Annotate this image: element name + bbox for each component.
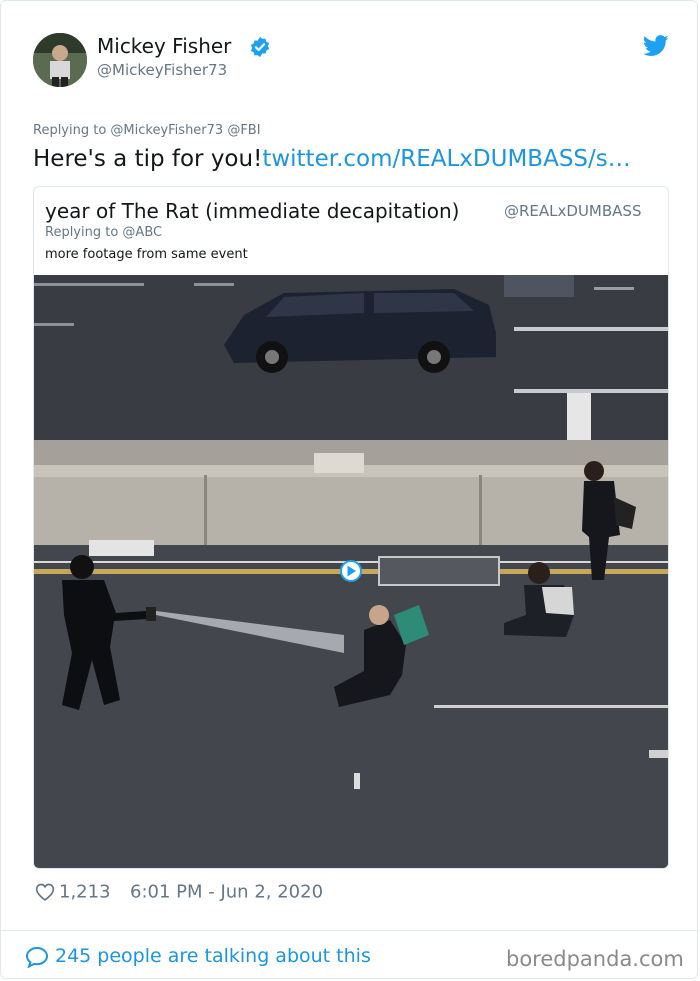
speech-bubble-icon — [25, 946, 49, 968]
watermark: boredpanda.com — [506, 947, 684, 971]
author-name[interactable]: Mickey Fisher — [97, 34, 231, 58]
play-icon[interactable] — [340, 560, 362, 582]
tweet-body: Here's a tip for you! — [33, 146, 263, 172]
quoted-author-name[interactable]: year of The Rat (immediate decapitation) — [45, 199, 459, 223]
talking-count[interactable]: 245 people are talking about this — [55, 945, 371, 967]
like-count[interactable]: 1,213 — [59, 882, 111, 903]
quoted-tweet[interactable]: year of The Rat (immediate decapitation)… — [33, 186, 669, 869]
timestamp[interactable]: 6:01 PM - Jun 2, 2020 — [130, 882, 323, 903]
verified-badge-icon — [250, 36, 270, 58]
tweet-meta: 1,213 6:01 PM - Jun 2, 2020 — [35, 881, 323, 903]
tweet-link[interactable]: twitter.com/REALxDUMBASS/s… — [262, 146, 630, 172]
twitter-bird-icon[interactable] — [643, 35, 669, 57]
author-handle[interactable]: @MickeyFisher73 — [97, 61, 227, 79]
embedded-tweet-card: Mickey Fisher @MickeyFisher73 Replying t… — [0, 0, 699, 979]
quoted-author-handle[interactable]: @REALxDUMBASS — [504, 202, 641, 220]
heart-icon[interactable] — [35, 882, 55, 902]
conversation-link[interactable]: 245 people are talking about this — [25, 945, 371, 968]
tweet-text: Here's a tip for you!twitter.com/REALxDU… — [33, 146, 631, 172]
avatar[interactable] — [33, 33, 87, 87]
quoted-text: more footage from same event — [45, 247, 248, 262]
quoted-replying-to[interactable]: Replying to @ABC — [45, 225, 162, 240]
replying-to[interactable]: Replying to @MickeyFisher73 @FBI — [33, 123, 261, 138]
video-thumbnail[interactable] — [34, 275, 668, 869]
divider — [1, 930, 699, 931]
